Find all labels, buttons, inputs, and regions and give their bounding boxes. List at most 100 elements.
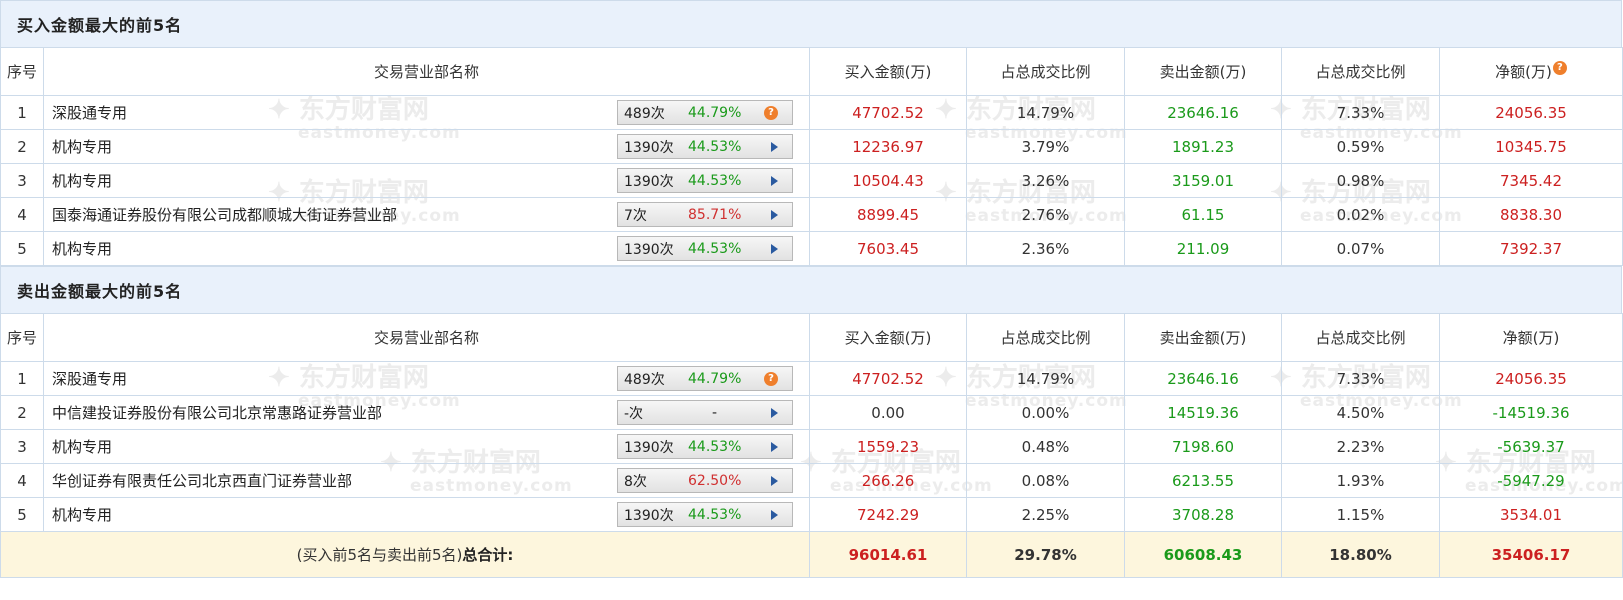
- buy-ratio: 2.36%: [966, 231, 1125, 266]
- appearance-count: 489次: [624, 371, 665, 388]
- arrow-right-icon[interactable]: [771, 442, 778, 452]
- win-rate: 44.53%: [688, 438, 742, 455]
- sell-amount: 6213.55: [1124, 463, 1282, 498]
- buy-amount: 47702.52: [809, 361, 967, 396]
- col-header-sell-ratio: 占总成交比例: [1281, 313, 1440, 362]
- appearance-count: 7次: [624, 207, 647, 224]
- question-icon[interactable]: ?: [764, 372, 778, 386]
- arrow-right-icon[interactable]: [771, 476, 778, 486]
- question-icon[interactable]: ?: [764, 106, 778, 120]
- sell-amount: 7198.60: [1124, 429, 1282, 464]
- sell-ratio: 1.93%: [1281, 463, 1440, 498]
- net-amount: 7392.37: [1439, 231, 1623, 266]
- col-header-index: 序号: [0, 47, 44, 96]
- table-row: 3 机构专用 1390次 44.53% 10504.43 3.26% 3159.01 0.98…: [0, 163, 1623, 198]
- arrow-right-icon[interactable]: [771, 408, 778, 418]
- col-header-index: 序号: [0, 313, 44, 362]
- sell-ratio: 1.15%: [1281, 497, 1440, 532]
- net-amount: -5639.37: [1439, 429, 1623, 464]
- arrow-right-icon[interactable]: [771, 176, 778, 186]
- branch-cell: 机构专用 1390次 44.53%: [43, 497, 810, 532]
- buy-ratio: 3.26%: [966, 163, 1125, 198]
- branch-name[interactable]: 深股通专用: [52, 370, 127, 388]
- branch-name[interactable]: 机构专用: [52, 240, 112, 258]
- branch-cell: 机构专用 1390次 44.53%: [43, 163, 810, 198]
- arrow-right-icon[interactable]: [771, 510, 778, 520]
- net-amount: -5947.29: [1439, 463, 1623, 498]
- buy-top5-table: 序号 交易营业部名称 买入金额(万) 占总成交比例 卖出金额(万) 占总成交比例…: [0, 47, 1623, 266]
- branch-stats-button[interactable]: 1390次 44.53%: [617, 134, 793, 159]
- arrow-right-icon[interactable]: [771, 210, 778, 220]
- branch-stats-button[interactable]: 489次 44.79%?: [617, 100, 793, 125]
- arrow-right-icon[interactable]: [771, 142, 778, 152]
- table-header-row: 序号 交易营业部名称 买入金额(万) 占总成交比例 卖出金额(万) 占总成交比例…: [0, 47, 1623, 96]
- grand-total-label: (买入前5名与卖出前5名)总合计:: [0, 531, 810, 578]
- win-rate: 62.50%: [688, 472, 742, 489]
- table-row: 5 机构专用 1390次 44.53% 7242.29 2.25% 3708.28 1.15%…: [0, 497, 1623, 532]
- sell-amount: 61.15: [1124, 197, 1282, 232]
- sell-amount: 3159.01: [1124, 163, 1282, 198]
- net-amount: 24056.35: [1439, 361, 1623, 396]
- branch-name[interactable]: 机构专用: [52, 172, 112, 190]
- branch-stats-button[interactable]: 1390次 44.53%: [617, 434, 793, 459]
- branch-name[interactable]: 机构专用: [52, 138, 112, 156]
- branch-stats-button[interactable]: 489次 44.79%?: [617, 366, 793, 391]
- appearance-count: -次: [624, 405, 644, 422]
- branch-stats-button[interactable]: 8次 62.50%: [617, 468, 793, 493]
- sell-ratio: 7.33%: [1281, 361, 1440, 396]
- branch-name[interactable]: 中信建投证券股份有限公司北京常惠路证券营业部: [52, 404, 382, 422]
- win-rate: 44.79%: [688, 370, 742, 387]
- total-sell-ratio: 18.80%: [1281, 531, 1440, 578]
- buy-amount: 12236.97: [809, 129, 967, 164]
- col-header-buy: 买入金额(万): [809, 47, 967, 96]
- branch-cell: 国泰海通证券股份有限公司成都顺城大街证券营业部 7次 85.71%: [43, 197, 810, 232]
- net-amount: 8838.30: [1439, 197, 1623, 232]
- col-header-buy-ratio: 占总成交比例: [966, 47, 1125, 96]
- row-index: 3: [0, 163, 44, 198]
- branch-name[interactable]: 机构专用: [52, 438, 112, 456]
- branch-name[interactable]: 国泰海通证券股份有限公司成都顺城大街证券营业部: [52, 206, 397, 224]
- win-rate: 44.53%: [688, 138, 742, 155]
- branch-stats-button[interactable]: 1390次 44.53%: [617, 168, 793, 193]
- buy-section-title: 买入金额最大的前5名: [0, 0, 1622, 47]
- col-header-buy: 买入金额(万): [809, 313, 967, 362]
- branch-name[interactable]: 深股通专用: [52, 104, 127, 122]
- buy-ratio: 2.25%: [966, 497, 1125, 532]
- buy-amount: 7242.29: [809, 497, 967, 532]
- table-row: 1 深股通专用 489次 44.79%? 47702.52 14.79% 23646.16 7…: [0, 95, 1623, 130]
- row-index: 1: [0, 361, 44, 396]
- branch-stats-button[interactable]: 7次 85.71%: [617, 202, 793, 227]
- arrow-right-icon[interactable]: [771, 244, 778, 254]
- table-row: 4 华创证券有限责任公司北京西直门证券营业部 8次 62.50% 266.26 0.08%…: [0, 463, 1623, 498]
- table-row: 2 中信建投证券股份有限公司北京常惠路证券营业部 -次 - 0.00 0.00% 14519…: [0, 395, 1623, 430]
- col-header-net: 净额(万): [1439, 313, 1623, 362]
- table-header-row: 序号 交易营业部名称 买入金额(万) 占总成交比例 卖出金额(万) 占总成交比例…: [0, 313, 1623, 362]
- buy-ratio: 14.79%: [966, 361, 1125, 396]
- branch-stats-button[interactable]: 1390次 44.53%: [617, 502, 793, 527]
- win-rate: 44.53%: [688, 172, 742, 189]
- help-question-icon[interactable]: ?: [1552, 61, 1567, 75]
- sell-top5-table: 序号 交易营业部名称 买入金额(万) 占总成交比例 卖出金额(万) 占总成交比例…: [0, 313, 1623, 578]
- sell-ratio: 0.98%: [1281, 163, 1440, 198]
- appearance-count: 1390次: [624, 507, 674, 524]
- sell-ratio: 2.23%: [1281, 429, 1440, 464]
- branch-name[interactable]: 机构专用: [52, 506, 112, 524]
- row-index: 4: [0, 463, 44, 498]
- total-buy: 96014.61: [809, 531, 967, 578]
- buy-amount: 1559.23: [809, 429, 967, 464]
- col-header-branch: 交易营业部名称: [43, 47, 810, 96]
- branch-stats-button[interactable]: 1390次 44.53%: [617, 236, 793, 261]
- table-row: 4 国泰海通证券股份有限公司成都顺城大街证券营业部 7次 85.71% 8899.45 2…: [0, 197, 1623, 232]
- row-index: 2: [0, 395, 44, 430]
- row-index: 4: [0, 197, 44, 232]
- branch-cell: 中信建投证券股份有限公司北京常惠路证券营业部 -次 -: [43, 395, 810, 430]
- branch-cell: 华创证券有限责任公司北京西直门证券营业部 8次 62.50%: [43, 463, 810, 498]
- appearance-count: 1390次: [624, 173, 674, 190]
- appearance-count: 489次: [624, 105, 665, 122]
- win-rate: 44.53%: [688, 240, 742, 257]
- branch-name[interactable]: 华创证券有限责任公司北京西直门证券营业部: [52, 472, 352, 490]
- sell-ratio: 7.33%: [1281, 95, 1440, 130]
- win-rate: 44.79%: [688, 104, 742, 121]
- branch-stats-button[interactable]: -次 -: [617, 400, 793, 425]
- net-amount: 3534.01: [1439, 497, 1623, 532]
